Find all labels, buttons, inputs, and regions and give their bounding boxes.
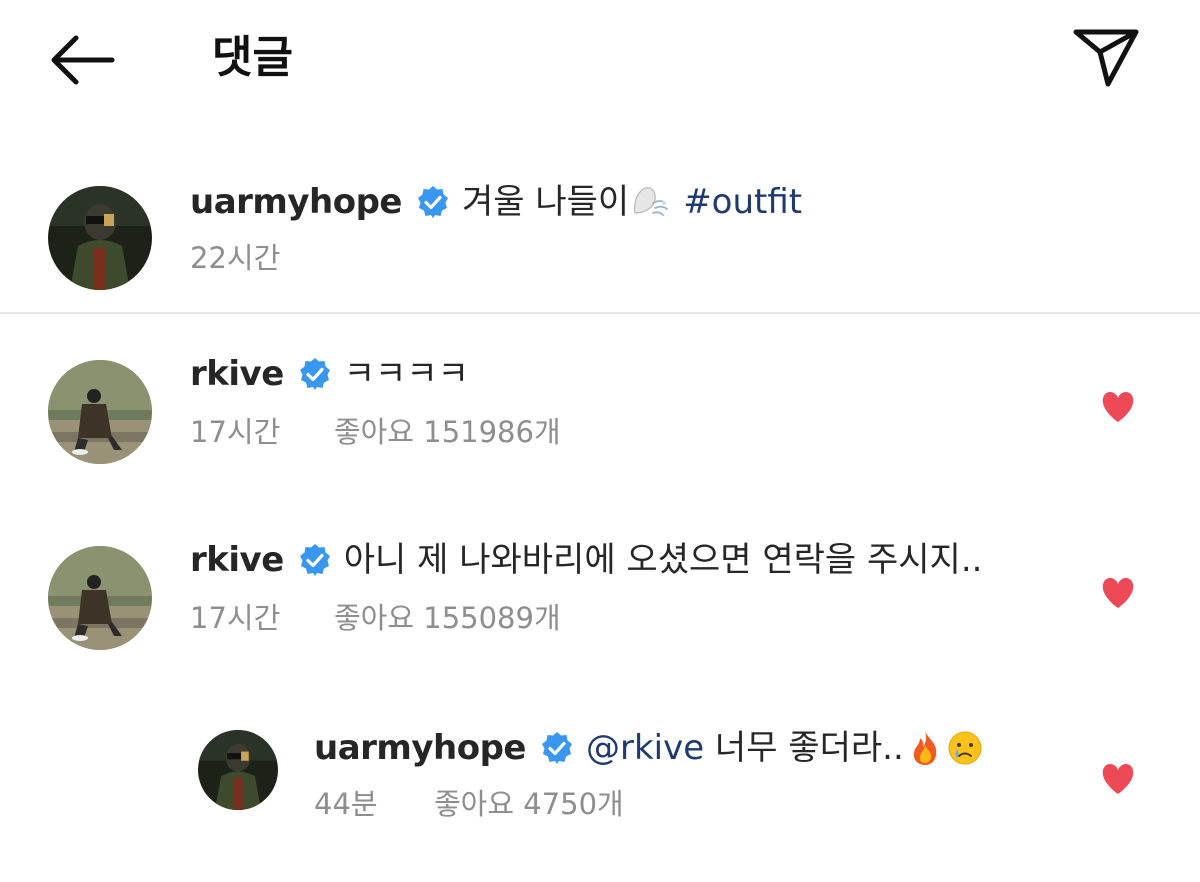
verified-badge-icon — [298, 543, 332, 577]
back-button[interactable] — [44, 30, 118, 90]
comment-like-count[interactable]: 좋아요 155089개 — [334, 600, 561, 636]
arrow-left-icon — [51, 35, 115, 85]
comment-text: 아니 제 나와바리에 오셨으면 연락을 주시지.. — [343, 540, 983, 580]
avatar[interactable] — [198, 730, 278, 810]
verified-badge-icon — [416, 185, 450, 219]
reply-timestamp: 44분 — [314, 787, 378, 821]
reply-text: 너무 좋더라.. — [704, 728, 904, 768]
wind-face-emoji-icon — [631, 183, 669, 221]
post-timestamp: 22시간 — [190, 241, 281, 275]
header-bar: 댓글 — [0, 0, 1200, 120]
post-caption: 겨울 나들이 — [461, 182, 630, 222]
fire-emoji-icon — [906, 729, 944, 767]
avatar-photo-rkive — [48, 546, 152, 650]
paper-plane-icon — [1073, 29, 1139, 87]
avatar[interactable] — [48, 546, 152, 650]
share-button[interactable] — [1070, 24, 1142, 90]
comment-like-count[interactable]: 좋아요 151986개 — [334, 414, 561, 450]
like-heart-icon[interactable] — [1100, 390, 1136, 424]
avatar-photo-rkive — [48, 360, 152, 464]
avatar[interactable] — [48, 186, 152, 290]
comment-username[interactable]: rkive — [190, 352, 284, 396]
comment-text: ㅋㅋㅋㅋ — [343, 354, 469, 394]
like-heart-icon[interactable] — [1100, 762, 1136, 796]
comment-username[interactable]: rkive — [190, 538, 284, 582]
crying-face-emoji-icon — [946, 729, 984, 767]
mention-link[interactable]: @rkive — [586, 726, 704, 770]
page-title: 댓글 — [212, 32, 293, 83]
verified-badge-icon — [298, 357, 332, 391]
comment-timestamp: 17시간 — [190, 415, 281, 449]
post-username[interactable]: uarmyhope — [190, 180, 402, 224]
caption-divider — [0, 312, 1200, 314]
like-heart-icon[interactable] — [1100, 576, 1136, 610]
avatar[interactable] — [48, 360, 152, 464]
reply-like-count[interactable]: 좋아요 4750개 — [434, 786, 624, 822]
verified-badge-icon — [540, 731, 574, 765]
reply-username[interactable]: uarmyhope — [314, 726, 526, 770]
hashtag-link[interactable]: #outfit — [683, 180, 802, 224]
comment-timestamp: 17시간 — [190, 601, 281, 635]
avatar-photo-uarmyhope — [48, 186, 152, 290]
avatar-photo-uarmyhope — [198, 730, 278, 810]
